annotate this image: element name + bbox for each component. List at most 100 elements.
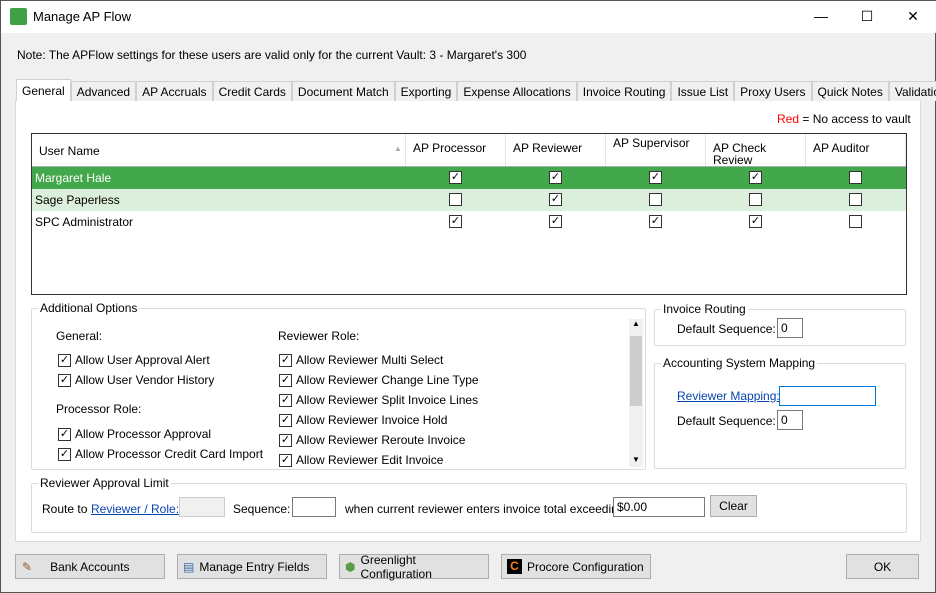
role-checkbox[interactable]: ✓ bbox=[749, 171, 762, 184]
role-checkbox[interactable] bbox=[849, 215, 862, 228]
procore-config-button[interactable]: C Procore Configuration bbox=[501, 554, 651, 579]
button-label: Bank Accounts bbox=[50, 559, 130, 574]
column-header[interactable]: AP Auditor bbox=[806, 134, 906, 167]
greenlight-config-button[interactable]: ⬢ Greenlight Configuration bbox=[339, 552, 489, 581]
scrollbar[interactable]: ▲ ▼ bbox=[629, 319, 643, 467]
role-checkbox[interactable]: ✓ bbox=[749, 215, 762, 228]
tab-expense-allocations[interactable]: Expense Allocations bbox=[457, 81, 577, 101]
tab-document-match[interactable]: Document Match bbox=[291, 81, 395, 101]
option-checkbox[interactable]: ✓ Allow Reviewer Invoice Hold bbox=[279, 413, 447, 427]
option-label: Allow Reviewer Change Line Type bbox=[296, 373, 479, 387]
tab-validation[interactable]: Validation bbox=[888, 81, 936, 101]
role-checkbox[interactable] bbox=[649, 193, 662, 206]
section-label: Processor Role: bbox=[56, 402, 142, 416]
column-header[interactable]: AP Supervisor bbox=[606, 134, 706, 167]
checkbox[interactable]: ✓ bbox=[58, 353, 71, 367]
option-label: Allow Processor Credit Card Import bbox=[75, 447, 264, 461]
scroll-up-icon[interactable]: ▲ bbox=[632, 319, 640, 328]
title-bar: Manage AP Flow — ☐ ✕ bbox=[1, 1, 936, 33]
checkbox[interactable]: ✓ bbox=[279, 413, 292, 427]
checkbox[interactable]: ✓ bbox=[279, 373, 292, 387]
checkbox[interactable]: ✓ bbox=[58, 447, 71, 461]
default-sequence-label: Default Sequence: bbox=[677, 414, 776, 428]
tab-ap-accruals[interactable]: AP Accruals bbox=[136, 81, 213, 101]
tab-general[interactable]: General bbox=[16, 79, 71, 101]
scroll-thumb[interactable] bbox=[630, 336, 642, 406]
form-icon: ▤ bbox=[183, 559, 195, 574]
manage-entry-fields-button[interactable]: ▤ Manage Entry Fields bbox=[177, 554, 327, 579]
role-checkbox[interactable] bbox=[449, 193, 462, 206]
users-grid[interactable]: User Name AP Processor AP Reviewer AP Super… bbox=[31, 133, 907, 295]
role-checkbox[interactable]: ✓ bbox=[549, 193, 562, 206]
close-button[interactable]: ✕ bbox=[890, 1, 936, 33]
maximize-button[interactable]: ☐ bbox=[844, 1, 890, 33]
checkbox[interactable]: ✓ bbox=[58, 373, 71, 387]
bank-accounts-button[interactable]: ✎ Bank Accounts bbox=[15, 554, 165, 579]
user-name: Sage Paperless bbox=[35, 193, 120, 207]
minimize-button[interactable]: — bbox=[798, 1, 844, 33]
role-checkbox[interactable]: ✓ bbox=[649, 171, 662, 184]
tab-proxy-users[interactable]: Proxy Users bbox=[734, 81, 812, 101]
mapping-sequence-input[interactable]: 0 bbox=[777, 410, 803, 430]
additional-options-group: Additional Options ▲ ▼ General: ✓ Allow Us… bbox=[31, 301, 646, 470]
clear-button[interactable]: Clear bbox=[710, 495, 757, 517]
reviewer-mapping-link[interactable]: Reviewer Mapping: bbox=[677, 389, 780, 403]
role-checkbox[interactable] bbox=[749, 193, 762, 206]
option-label: Allow User Vendor History bbox=[75, 373, 215, 387]
table-row[interactable]: Margaret Hale ✓ ✓ ✓ ✓ bbox=[32, 167, 906, 189]
role-checkbox[interactable]: ✓ bbox=[649, 215, 662, 228]
route-to-label: Route to bbox=[42, 502, 88, 516]
option-checkbox[interactable]: ✓ Allow Reviewer Split Invoice Lines bbox=[279, 393, 478, 407]
option-checkbox[interactable]: ✓ Allow Reviewer Change Line Type bbox=[279, 373, 479, 387]
amount-input[interactable]: $0.00 bbox=[613, 497, 705, 517]
option-checkbox[interactable]: ✓ Allow User Vendor History bbox=[58, 373, 214, 387]
tab-credit-cards[interactable]: Credit Cards bbox=[212, 81, 292, 101]
checkbox[interactable]: ✓ bbox=[279, 453, 292, 467]
column-header[interactable]: AP Check Review bbox=[706, 134, 806, 167]
vault-note: Note: The APFlow settings for these user… bbox=[17, 48, 527, 62]
option-checkbox[interactable]: ✓ Allow Processor Credit Card Import bbox=[58, 447, 263, 461]
scroll-down-icon[interactable]: ▼ bbox=[632, 455, 640, 464]
sequence-input[interactable] bbox=[292, 497, 336, 517]
option-checkbox[interactable]: ✓ Allow Reviewer Edit Invoice bbox=[279, 453, 443, 467]
option-checkbox[interactable]: ✓ Allow Reviewer Multi Select bbox=[279, 353, 443, 367]
role-checkbox[interactable]: ✓ bbox=[449, 171, 462, 184]
group-label: Accounting System Mapping bbox=[661, 356, 818, 370]
greenlight-icon: ⬢ bbox=[345, 559, 356, 574]
tab-advanced[interactable]: Advanced bbox=[70, 81, 137, 101]
column-header[interactable]: AP Processor bbox=[406, 134, 506, 167]
role-checkbox[interactable]: ✓ bbox=[449, 215, 462, 228]
role-checkbox[interactable] bbox=[849, 171, 862, 184]
table-row[interactable]: SPC Administrator ✓ ✓ ✓ ✓ bbox=[32, 211, 906, 233]
tab-issue-list[interactable]: Issue List bbox=[671, 81, 735, 101]
limit-description: when current reviewer enters invoice tot… bbox=[345, 502, 628, 516]
tab-exporting[interactable]: Exporting bbox=[394, 81, 458, 101]
reviewer-mapping-input[interactable] bbox=[779, 386, 876, 406]
checkbox[interactable]: ✓ bbox=[279, 433, 292, 447]
role-checkbox[interactable]: ✓ bbox=[549, 171, 562, 184]
ok-button[interactable]: OK bbox=[846, 554, 919, 579]
role-checkbox[interactable] bbox=[849, 193, 862, 206]
option-checkbox[interactable]: ✓ Allow Reviewer Reroute Invoice bbox=[279, 433, 465, 447]
accounting-mapping-group: Accounting System Mapping Reviewer Mappi… bbox=[654, 356, 906, 469]
option-checkbox[interactable]: ✓ Allow User Approval Alert bbox=[58, 353, 210, 367]
reviewer-role-link[interactable]: Reviewer / Role: bbox=[91, 502, 179, 516]
checkbox[interactable]: ✓ bbox=[279, 353, 292, 367]
table-row[interactable]: Sage Paperless ✓ bbox=[32, 189, 906, 211]
default-sequence-label: Default Sequence: bbox=[677, 322, 776, 336]
column-header[interactable]: User Name bbox=[32, 134, 406, 167]
option-label: Allow Reviewer Multi Select bbox=[296, 353, 444, 367]
option-label: Allow Reviewer Split Invoice Lines bbox=[296, 393, 479, 407]
option-label: Allow Reviewer Invoice Hold bbox=[296, 413, 448, 427]
default-sequence-input[interactable]: 0 bbox=[777, 318, 803, 338]
button-label: Greenlight Configuration bbox=[360, 552, 432, 581]
column-header[interactable]: AP Reviewer bbox=[506, 134, 606, 167]
checkbox[interactable]: ✓ bbox=[58, 427, 71, 441]
option-checkbox[interactable]: ✓ Allow Processor Approval bbox=[58, 427, 211, 441]
role-checkbox[interactable]: ✓ bbox=[549, 215, 562, 228]
tab-quick-notes[interactable]: Quick Notes bbox=[811, 81, 889, 101]
reviewer-role-input[interactable] bbox=[179, 497, 225, 517]
checkbox[interactable]: ✓ bbox=[279, 393, 292, 407]
tab-invoice-routing[interactable]: Invoice Routing bbox=[576, 81, 672, 101]
user-name: Margaret Hale bbox=[35, 171, 112, 185]
